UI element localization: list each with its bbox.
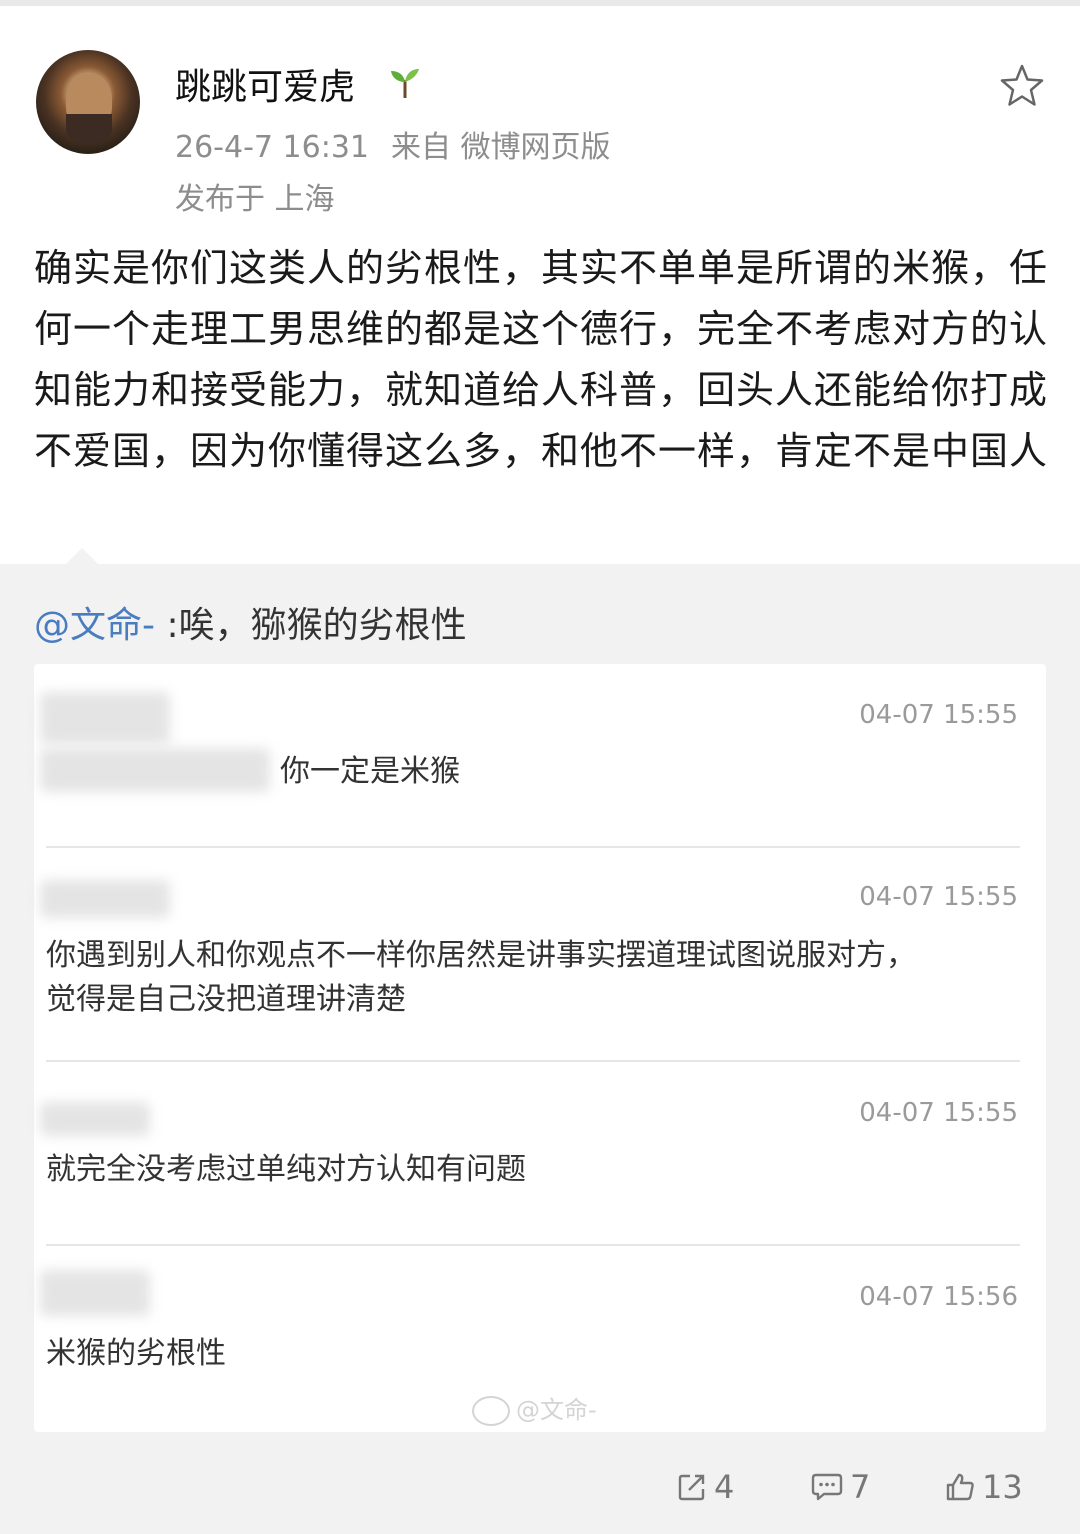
comment-icon [811,1473,843,1501]
repost-caret [62,548,102,568]
blurred-name [40,748,270,792]
like-button[interactable]: 13 [944,1468,1023,1506]
blurred-name [40,880,170,918]
comment-text: 你一定是米猴 [280,754,460,789]
post-meta: 26-4-7 16:31 来自 微博网页版 [175,122,611,166]
favorite-star-icon[interactable] [998,62,1046,110]
comment-time: 04-07 15:55 [859,700,1018,730]
comment-time: 04-07 15:55 [859,882,1018,912]
repost-button[interactable]: 4 [676,1468,734,1506]
image-comment: 04-07 15:55 你遇到别人和你观点不一样你居然是讲事实摆道理试图说服对方… [34,848,1046,1060]
post-text: 确实是你们这类人的劣根性，其实不单单是所谓的米猴，任何一个走理工男思维的都是这个… [34,246,1049,473]
blurred-name [40,692,170,744]
blurred-name [40,1102,150,1136]
avatar-beard [66,114,112,144]
repost-icon [678,1474,705,1501]
user-name[interactable]: 跳跳可爱虎 [175,58,355,110]
watermark-text: @文命- [516,1396,597,1424]
image-comment: 04-07 15:55 就完全没考虑过单纯对方认知有问题 [34,1062,1046,1244]
post-card: 跳跳可爱虎 26-4-7 16:31 来自 微博网页版 发布于 上海 确实是你们这… [0,6,1080,564]
comment-text: 你遇到别人和你观点不一样你居然是讲事实摆道理试图说服对方，觉得是自己没把道理讲清… [46,938,916,1017]
repost-mention[interactable]: @文命- [34,605,155,646]
post-source: 来自 微博网页版 [391,130,611,165]
comment-text: 就完全没考虑过单纯对方认知有问题 [46,1152,526,1187]
avatar[interactable] [36,50,140,154]
image-comment: 04-07 15:55 你一定是米猴 [34,664,1046,846]
weibo-logo-icon [472,1396,510,1426]
repost-count: 4 [714,1468,735,1506]
repost-line: @文命- :唉，猕猴的劣根性 [34,596,467,648]
thumbs-up-icon [946,1473,974,1501]
post-timestamp: 26-4-7 16:31 [175,130,369,165]
comment-button[interactable]: 7 [810,1468,870,1506]
like-count: 13 [982,1468,1023,1506]
repost-text: :唉，猕猴的劣根性 [155,605,467,646]
post-location: 发布于 上海 [175,182,335,217]
screenshot-image[interactable]: 04-07 15:55 你一定是米猴 04-07 15:55 你遇到别人和你观点… [34,664,1046,1432]
comment-time: 04-07 15:56 [859,1282,1018,1312]
comment-count: 7 [850,1468,871,1506]
blurred-name [40,1270,150,1316]
watermark: @文命- [472,1390,597,1426]
comment-time: 04-07 15:55 [859,1098,1018,1128]
comment-text: 米猴的劣根性 [46,1336,226,1371]
sprout-icon [391,69,419,98]
